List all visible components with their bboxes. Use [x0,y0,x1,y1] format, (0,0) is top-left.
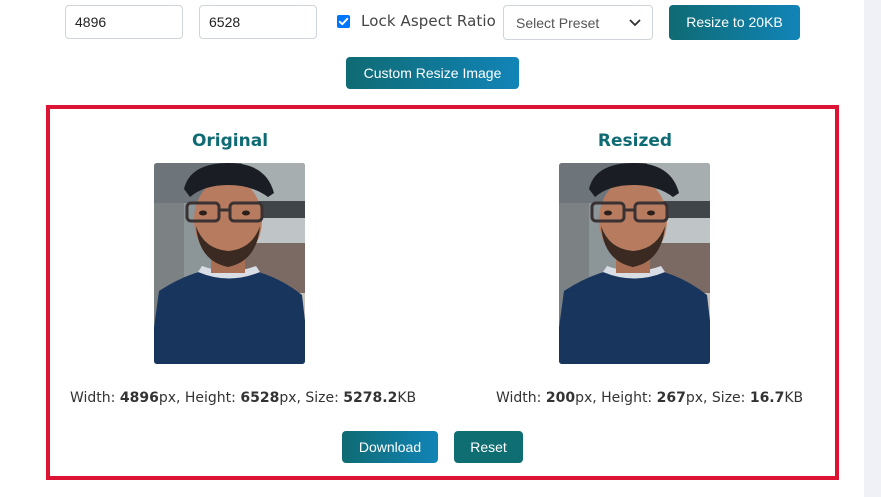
original-info: Width: 4896px, Height: 6528px, Size: 527… [70,390,416,406]
page-scrollbar-track[interactable] [864,0,881,497]
original-image [154,163,305,364]
preset-select-value: Select Preset [516,15,600,31]
lock-aspect-checkbox[interactable] [337,15,350,28]
original-size-unit: KB [397,390,417,406]
original-width-label: Width: [70,390,120,406]
resized-height-value: 267 [656,390,686,406]
resized-size-label: px, Size: [685,390,750,406]
resized-width-value: 200 [545,390,576,406]
original-size-label: px, Size: [279,390,344,406]
original-size-value: 5278.2 [343,390,398,406]
resized-image [559,163,710,364]
width-input[interactable]: 4896 [65,5,183,39]
download-button[interactable]: Download [342,431,438,463]
resized-size-unit: KB [784,390,804,406]
original-height-label: px, Height: [158,390,241,406]
original-height-value: 6528 [240,390,280,406]
resized-height-label: px, Height: [575,390,657,406]
resized-info: Width: 200px, Height: 267px, Size: 16.7K… [496,390,803,406]
original-width-value: 4896 [119,390,159,406]
original-title: Original [191,131,269,151]
chevron-down-icon [629,19,641,26]
custom-resize-button[interactable]: Custom Resize Image [346,57,519,89]
reset-button[interactable]: Reset [454,431,523,463]
lock-aspect-label[interactable]: Lock Aspect Ratio [361,12,496,30]
height-input[interactable]: 6528 [199,5,317,39]
resize-to-20kb-button[interactable]: Resize to 20KB [669,5,800,40]
preset-select[interactable]: Select Preset [503,5,653,40]
resized-width-label: Width: [496,390,546,406]
resized-title: Resized [597,131,673,151]
resized-size-value: 16.7 [749,390,785,406]
checkmark-icon [338,17,349,26]
